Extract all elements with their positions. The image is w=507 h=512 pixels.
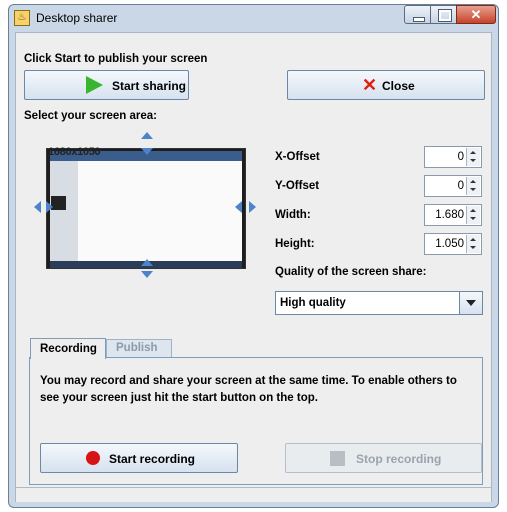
tab-publish[interactable]: Publish [106,339,172,357]
preview-thumbnail [51,196,66,210]
height-label: Height: [275,238,315,250]
x-offset-spinner[interactable]: 0 [424,146,482,168]
preview-screen-image [50,151,242,261]
height-value: 1.050 [435,238,464,250]
publish-hint-label: Click Start to publish your screen [24,53,208,65]
stop-square-icon [330,451,345,466]
close-x-icon: ✕ [362,75,378,95]
quality-label: Quality of the screen share: [275,266,427,278]
x-offset-value: 0 [457,151,464,163]
select-area-label: Select your screen area: [24,110,157,122]
start-recording-label: Start recording [109,452,196,466]
arrow-right-icon[interactable] [249,201,256,213]
arrow-left-icon[interactable] [34,201,41,213]
spinner-arrows-icon[interactable] [466,148,480,166]
quality-value: High quality [280,297,346,309]
start-recording-button[interactable]: Start recording [40,443,238,473]
tab-publish-label: Publish [116,342,158,354]
preview-sidebar [50,161,78,261]
height-spinner[interactable]: 1.050 [424,233,482,255]
window-close-button[interactable]: ✕ [456,5,496,24]
arrow-right-icon[interactable] [46,201,53,213]
y-offset-spinner[interactable]: 0 [424,175,482,197]
arrow-up-icon[interactable] [141,259,153,266]
start-sharing-button[interactable]: Start sharing [24,70,189,100]
tab-recording[interactable]: Recording [30,338,106,359]
stop-recording-button[interactable]: Stop recording [285,443,482,473]
dropdown-button[interactable] [459,292,482,314]
x-offset-label: X-Offset [275,151,320,163]
tab-recording-label: Recording [40,343,97,355]
status-bar [16,487,491,502]
record-dot-icon [86,451,100,465]
preview-resolution-label: 1680x1050 [48,146,101,158]
spinner-arrows-icon[interactable] [466,206,480,224]
recording-description: You may record and share your screen at … [40,375,457,404]
arrow-up-icon[interactable] [141,132,153,139]
quality-select[interactable]: High quality [275,291,483,315]
y-offset-label: Y-Offset [275,180,320,192]
close-icon: ✕ [470,7,482,22]
window-title: Desktop sharer [36,11,118,25]
close-label: Close [382,79,415,93]
width-spinner[interactable]: 1.680 [424,204,482,226]
java-app-icon: ♨ [14,10,30,26]
stop-recording-label: Stop recording [356,452,442,466]
chevron-down-icon [466,300,476,306]
y-offset-value: 0 [457,180,464,192]
width-label: Width: [275,209,311,221]
close-button[interactable]: ✕ Close [287,70,485,100]
spinner-arrows-icon[interactable] [466,177,480,195]
arrow-down-icon[interactable] [141,148,153,155]
play-icon [86,76,103,94]
start-sharing-label: Start sharing [112,79,187,93]
arrow-down-icon[interactable] [141,271,153,278]
spinner-arrows-icon[interactable] [466,235,480,253]
maximize-button[interactable] [430,5,457,24]
width-value: 1.680 [435,209,464,221]
arrow-left-icon[interactable] [235,201,242,213]
minimize-button[interactable] [404,5,431,24]
